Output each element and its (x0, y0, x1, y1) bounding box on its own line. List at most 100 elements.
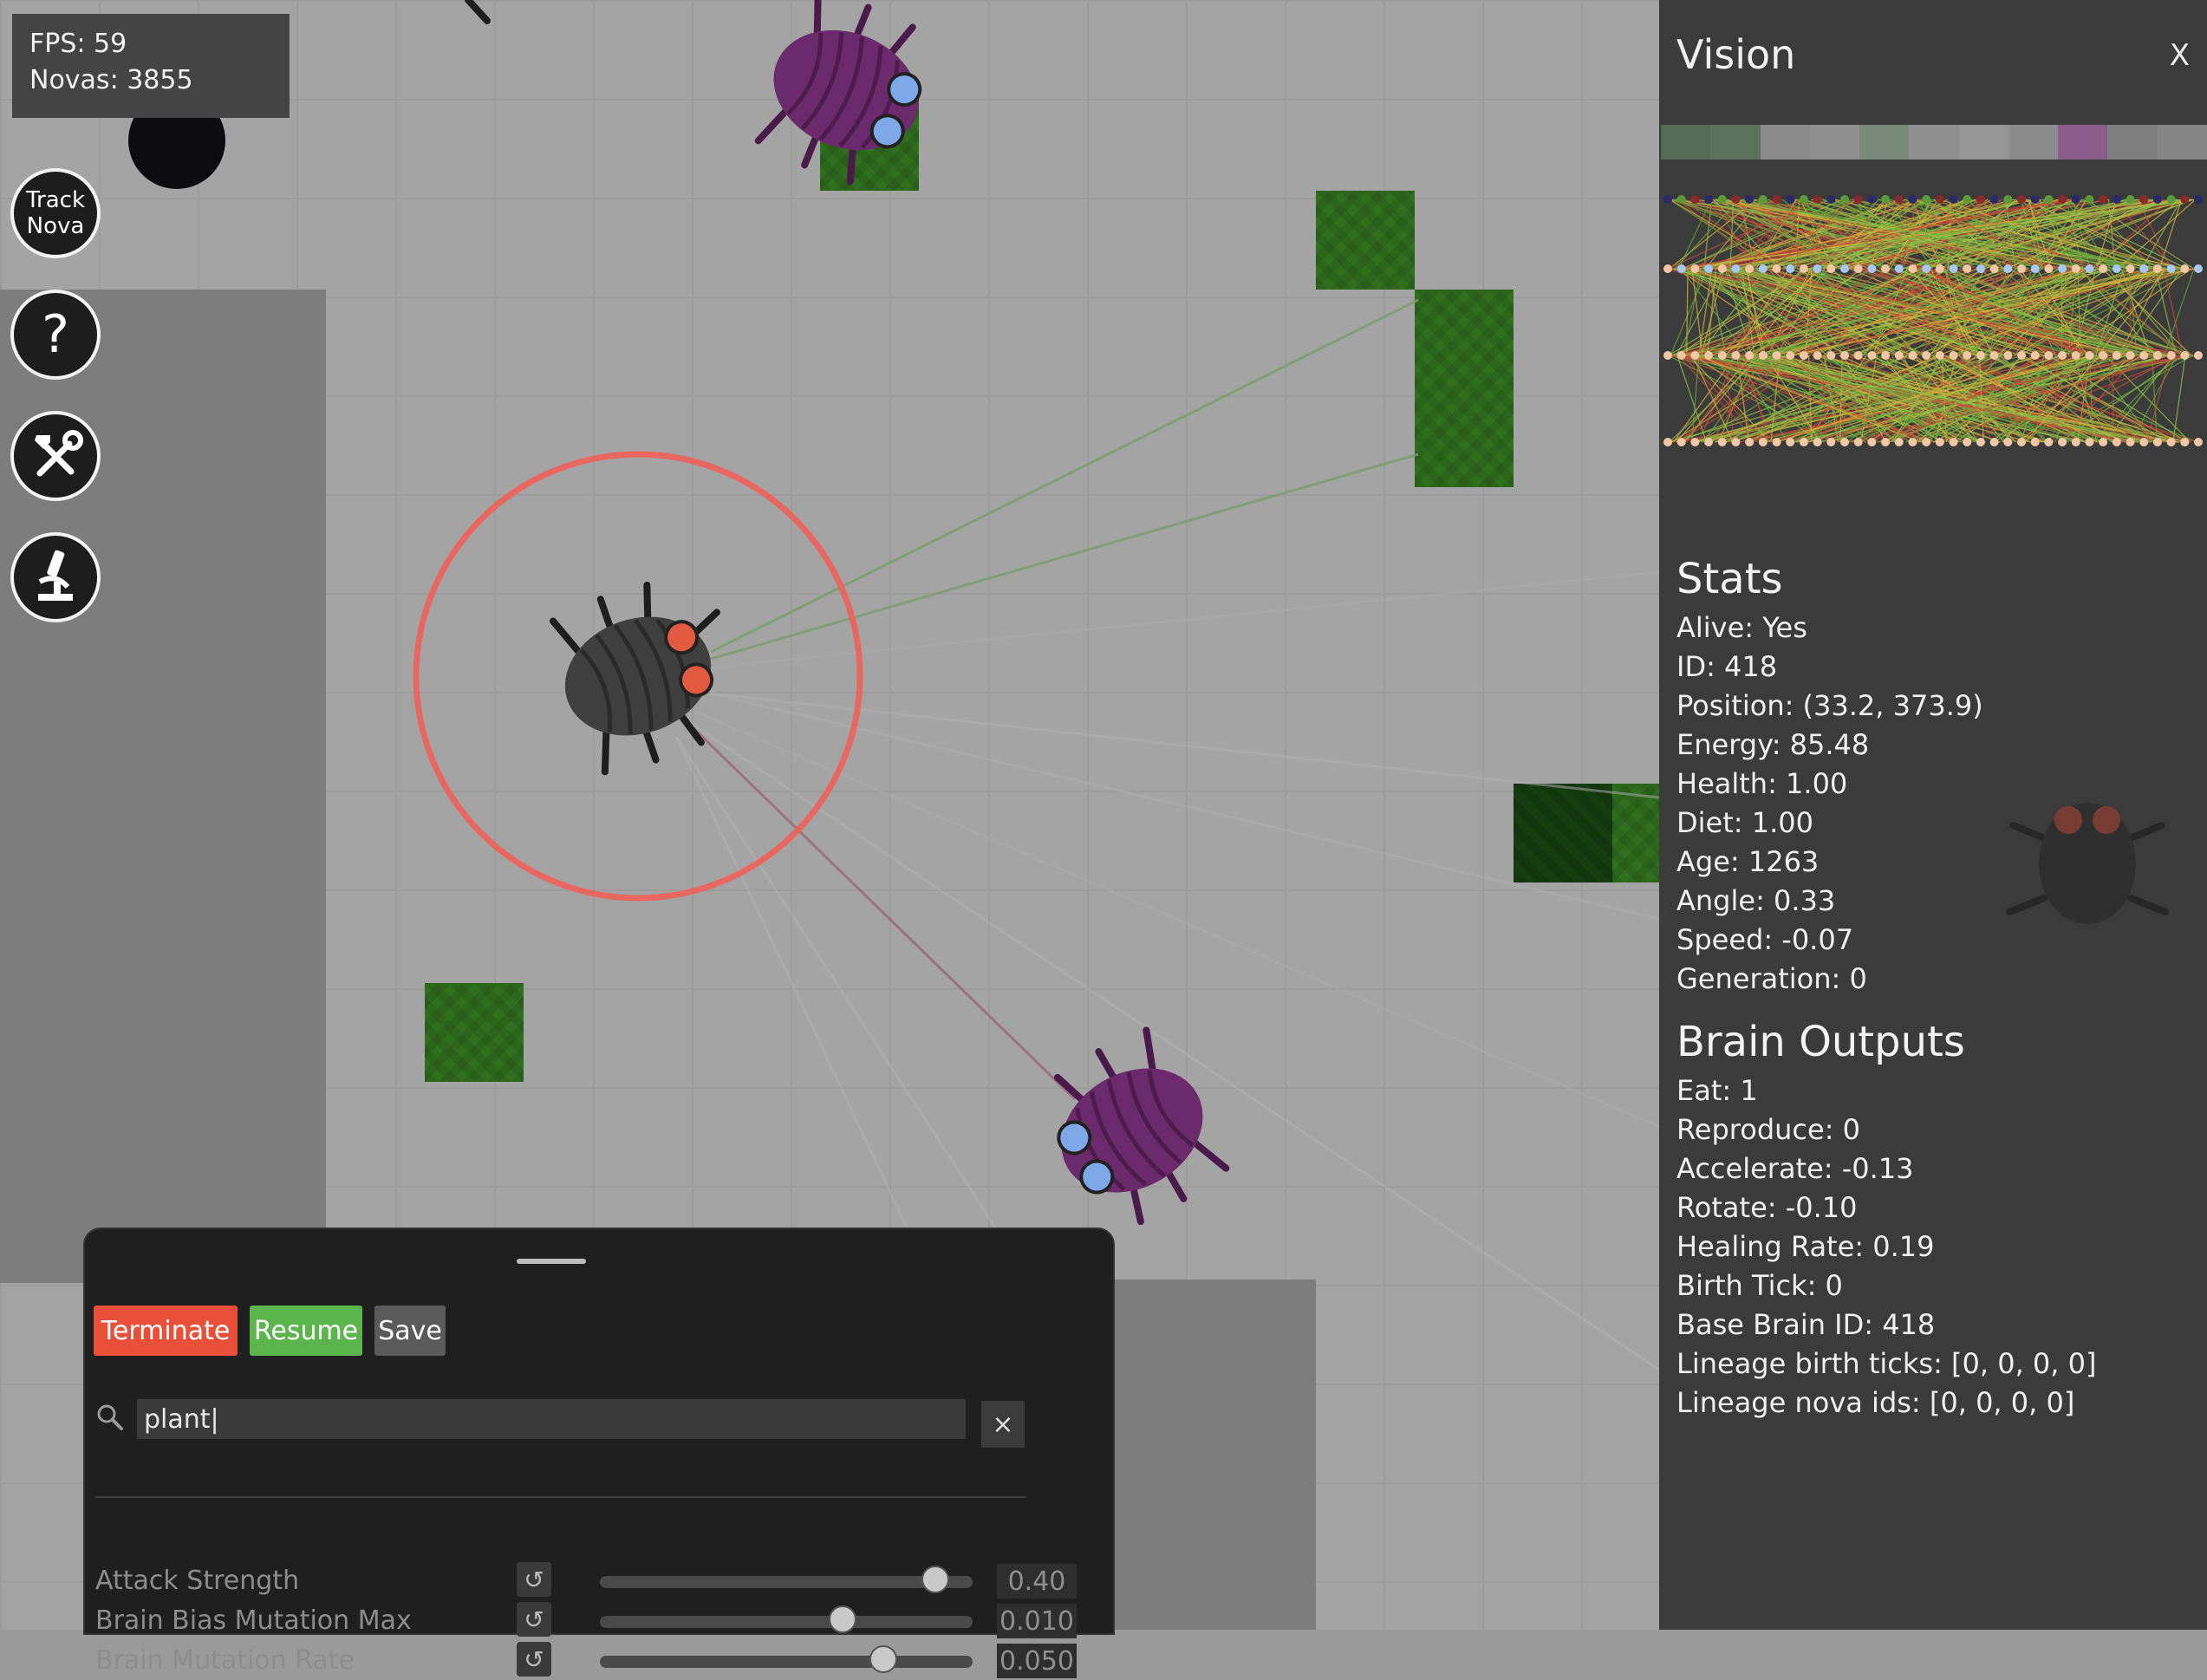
network-node (2126, 264, 2135, 273)
track-nova-button[interactable]: Track Nova (10, 168, 101, 258)
reset-icon[interactable]: ↺ (517, 1562, 551, 1597)
network-node (2113, 264, 2121, 273)
nova-creature[interactable] (1025, 1019, 1240, 1241)
network-node (1963, 351, 1971, 360)
network-node (1826, 351, 1835, 360)
terminate-button[interactable]: Terminate (94, 1306, 238, 1356)
network-node (1813, 264, 1822, 273)
brain-output-item: Eat: 1 (1676, 1071, 2096, 1110)
slider-thumb[interactable] (829, 1605, 856, 1633)
network-node (1663, 195, 1672, 204)
network-node (2058, 438, 2067, 446)
network-node (1976, 351, 1985, 360)
parameter-value[interactable]: 0.050 (997, 1644, 1077, 1678)
network-node (2058, 264, 2067, 273)
network-node (1773, 351, 1781, 360)
network-node (1881, 438, 1890, 446)
network-node (1854, 438, 1863, 446)
network-node (2139, 351, 2148, 360)
network-node (2180, 264, 2189, 273)
network-node (2113, 438, 2121, 446)
network-node (2126, 351, 2135, 360)
sheet-drag-handle[interactable] (517, 1259, 586, 1264)
network-node (1690, 195, 1699, 204)
fps-hud: FPS: 59 Novas: 3855 (12, 14, 290, 118)
stat-item: Energy: 85.48 (1676, 726, 1983, 765)
network-node (1677, 351, 1686, 360)
reset-icon[interactable]: ↺ (517, 1602, 551, 1637)
network-node (1745, 351, 1754, 360)
track-nova-label-line1: Track (26, 187, 85, 213)
network-node (2167, 264, 2176, 273)
network-node (1663, 351, 1672, 360)
clear-search-button[interactable]: × (981, 1401, 1025, 1448)
brain-output-item: Base Brain ID: 418 (1676, 1306, 2096, 1345)
parameter-value[interactable]: 0.40 (997, 1564, 1077, 1599)
network-node (2139, 195, 2148, 204)
network-node (1881, 264, 1890, 273)
network-node (1867, 351, 1876, 360)
slider-thumb[interactable] (921, 1566, 949, 1593)
close-panel-button[interactable]: X (2170, 38, 2190, 73)
parameter-label: Attack Strength (95, 1566, 299, 1596)
network-node (1690, 264, 1699, 273)
network-node (1840, 264, 1849, 273)
network-node (1826, 438, 1835, 446)
reset-icon[interactable]: ↺ (517, 1642, 551, 1677)
nova-creature-selected[interactable] (540, 565, 756, 781)
network-node (1786, 438, 1794, 446)
save-button[interactable]: Save (374, 1306, 446, 1356)
network-node (1908, 351, 1917, 360)
network-node (1922, 195, 1930, 204)
network-node (1813, 351, 1822, 360)
parameter-label: Brain Bias Mutation Max (95, 1605, 412, 1636)
stat-item: Age: 1263 (1676, 843, 1983, 882)
network-node (2003, 351, 2012, 360)
help-button[interactable]: ? (10, 290, 101, 380)
tools-button[interactable] (10, 411, 101, 501)
network-node (1704, 351, 1713, 360)
divider (95, 1496, 1026, 1498)
parameter-slider[interactable] (600, 1656, 973, 1668)
brain-outputs-list: Eat: 1Reproduce: 0Accelerate: -0.13Rotat… (1676, 1071, 2096, 1423)
microscope-button[interactable] (10, 532, 101, 622)
resume-button[interactable]: Resume (250, 1306, 362, 1356)
network-node (2167, 351, 2176, 360)
network-node (2139, 438, 2148, 446)
parameter-value[interactable]: 0.010 (997, 1604, 1077, 1638)
track-nova-label-line2: Nova (26, 213, 85, 239)
brain-output-item: Lineage birth ticks: [0, 0, 0, 0] (1676, 1345, 2096, 1384)
parameter-slider[interactable] (600, 1616, 973, 1628)
vision-cell (2058, 125, 2107, 160)
brain-output-item: Healing Rate: 0.19 (1676, 1227, 2096, 1267)
network-node (1773, 264, 1781, 273)
nova-count-text: Novas: 3855 (29, 62, 272, 99)
vision-cell (1859, 125, 1909, 160)
slider-thumb[interactable] (869, 1645, 897, 1673)
nova-creature[interactable] (745, 0, 947, 197)
stat-item: Angle: 0.33 (1676, 882, 1983, 921)
network-node (1773, 438, 1781, 446)
network-node (1908, 195, 1917, 204)
network-node (1881, 351, 1890, 360)
vision-cell (2158, 125, 2207, 160)
network-node (2003, 264, 2012, 273)
network-node (1786, 195, 1794, 204)
vision-title: Vision (1676, 31, 1795, 78)
parameter-row: Brain Bias Mutation Max ↺ 0.010 (95, 1602, 1092, 1640)
network-node (1704, 195, 1713, 204)
network-node (1745, 264, 1754, 273)
network-node (1950, 195, 1958, 204)
parameter-slider[interactable] (600, 1576, 973, 1588)
network-node (2017, 264, 2026, 273)
vision-cell (1810, 125, 1859, 160)
network-node (1976, 438, 1985, 446)
network-node (2085, 195, 2093, 204)
fps-text: FPS: 59 (29, 26, 272, 62)
network-node (2085, 351, 2093, 360)
network-node (2167, 195, 2176, 204)
network-node (1881, 195, 1890, 204)
network-node (2058, 195, 2067, 204)
network-node (2003, 438, 2012, 446)
search-input[interactable] (137, 1399, 966, 1439)
